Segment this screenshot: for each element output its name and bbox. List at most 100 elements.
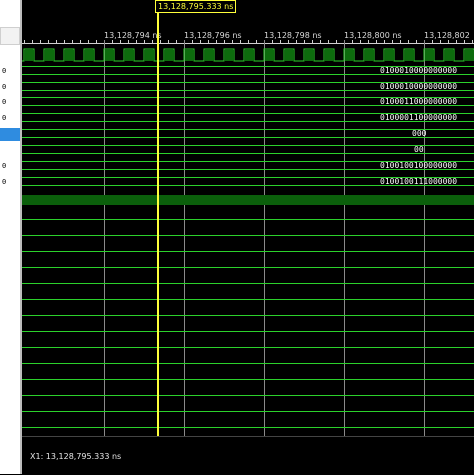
clock-high-phase (85, 50, 94, 61)
ruler-tick-label: 13,128,796 ns (184, 31, 242, 40)
ruler-minor-tick (128, 40, 129, 44)
clock-high-phase (325, 50, 334, 61)
ruler-minor-tick (248, 40, 249, 44)
signal-value: 0 (2, 178, 7, 186)
signal-value: 0 (2, 83, 7, 91)
ruler-minor-tick (328, 40, 329, 44)
clock-high-phase (225, 50, 234, 61)
ruler-minor-tick (464, 40, 465, 44)
signal-trace (22, 267, 474, 268)
ruler-minor-tick (416, 40, 417, 44)
ruler-tick-label: 13,128,802 (424, 31, 470, 40)
panel-header-box[interactable] (0, 27, 20, 45)
ruler-minor-tick (200, 40, 201, 44)
ruler-minor-tick (48, 40, 49, 44)
bus-value: 000 (412, 129, 427, 138)
signal-trace (22, 379, 474, 380)
ruler-minor-tick (176, 40, 177, 44)
ruler-minor-tick (256, 40, 257, 44)
ruler-minor-tick (272, 40, 273, 44)
clock-high-phase (245, 50, 254, 61)
clock-high-phase (425, 50, 434, 61)
ruler-minor-tick (296, 40, 297, 44)
signal-trace (22, 299, 474, 300)
clock-high-phase (185, 50, 194, 61)
clock-high-phase (405, 50, 414, 61)
cursor-position-readout: X1: 13,128,795.333 ns (30, 452, 122, 461)
clock-high-phase (445, 50, 454, 61)
ruler-minor-tick (280, 40, 281, 44)
ruler-minor-tick (56, 40, 57, 44)
clock-high-phase (385, 50, 394, 61)
clock-high-phase (345, 50, 354, 61)
clock-high-phase (205, 50, 214, 61)
signal-trace (22, 251, 474, 252)
ruler-minor-tick (136, 40, 137, 44)
ruler-minor-tick (392, 40, 393, 44)
ruler-minor-tick (432, 40, 433, 44)
clock-high-phase (45, 50, 54, 61)
signal-trace (22, 363, 474, 364)
signal-trace (22, 235, 474, 236)
clock-high-phase (285, 50, 294, 61)
ruler-tick-label: 13,128,800 ns (344, 31, 402, 40)
bus-value: 0100010000000000 (380, 82, 458, 91)
bus-value: 0100011000000000 (380, 97, 458, 106)
bus-trace (22, 129, 474, 138)
ruler-minor-tick (224, 40, 225, 44)
signal-value: 0 (2, 67, 7, 75)
clock-high-phase (25, 50, 34, 61)
signal-value: 0 (2, 162, 7, 170)
clock-high-phase (365, 50, 374, 61)
ruler-minor-tick (320, 40, 321, 44)
ruler-minor-tick (80, 40, 81, 44)
ruler-minor-tick (24, 40, 25, 44)
ruler-minor-tick (304, 40, 305, 44)
clock-high-phase (65, 50, 74, 61)
bus-value: 00 (414, 145, 424, 154)
signal-value: 0 (2, 98, 7, 106)
ruler-minor-tick (352, 40, 353, 44)
signal-value: 0 (2, 114, 7, 122)
signal-trace (22, 411, 474, 412)
ruler-minor-tick (64, 40, 65, 44)
clock-waveform (22, 48, 474, 62)
selected-signal-band[interactable] (22, 195, 474, 205)
signal-trace (22, 427, 474, 428)
signal-trace (22, 395, 474, 396)
clock-high-phase (465, 50, 474, 61)
ruler-minor-tick (312, 40, 313, 44)
ruler-minor-tick (232, 40, 233, 44)
bus-value: 0100010000000000 (380, 66, 458, 75)
ruler-minor-tick (240, 40, 241, 44)
signal-trace (22, 283, 474, 284)
time-cursor[interactable] (157, 12, 159, 438)
ruler-minor-tick (472, 40, 473, 44)
ruler-minor-tick (288, 40, 289, 44)
signal-trace (22, 331, 474, 332)
bus-value: 0100100100000000 (380, 161, 458, 170)
cursor-time-label: 13,128,795.333 ns (155, 0, 237, 13)
ruler-minor-tick (72, 40, 73, 44)
ruler-minor-tick (400, 40, 401, 44)
clock-high-phase (125, 50, 134, 61)
waveform-viewer[interactable]: 13,128,794 ns 13,128,796 ns 13,128,798 n… (22, 0, 474, 474)
selected-signal-row[interactable] (0, 128, 20, 141)
clock-high-phase (165, 50, 174, 61)
ruler-minor-tick (376, 40, 377, 44)
clock-high-phase (305, 50, 314, 61)
ruler-minor-tick (88, 40, 89, 44)
ruler-minor-tick (384, 40, 385, 44)
bus-value: 0100001100000000 (380, 113, 458, 122)
ruler-minor-tick (40, 40, 41, 44)
status-bar: X1: 13,128,795.333 ns (22, 436, 474, 475)
ruler-minor-tick (112, 40, 113, 44)
ruler-minor-tick (216, 40, 217, 44)
ruler-tick-label: 13,128,798 ns (264, 31, 322, 40)
ruler-minor-tick (168, 40, 169, 44)
ruler-tick-label: 13,128,794 ns (104, 31, 162, 40)
ruler-minor-tick (208, 40, 209, 44)
ruler-minor-tick (360, 40, 361, 44)
ruler-minor-tick (368, 40, 369, 44)
signal-trace (22, 219, 474, 220)
